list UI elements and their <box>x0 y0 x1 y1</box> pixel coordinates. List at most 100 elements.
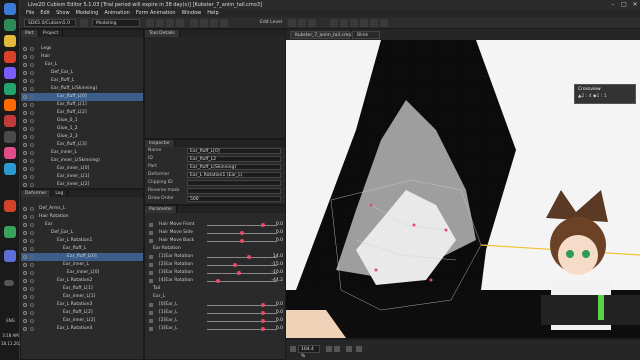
tool-icon[interactable] <box>4 99 16 111</box>
parameter-slider-knob[interactable] <box>261 303 265 307</box>
tree-row[interactable]: Ear_inner_L <box>21 149 143 157</box>
inspector-value-field[interactable]: Ear_fluff_L2 <box>187 156 281 162</box>
tree-row[interactable]: Ear_inner_L[1] <box>21 173 143 181</box>
tree-row[interactable]: Ear_L Rotation2 <box>21 277 143 285</box>
keyform-icon[interactable] <box>149 255 153 259</box>
keyform-icon[interactable] <box>149 223 153 227</box>
visibility-eye-icon[interactable] <box>23 119 27 123</box>
tab-deformer[interactable]: Deformer <box>21 190 52 197</box>
tree-row[interactable]: Def_Ear_L <box>21 69 143 77</box>
visibility-eye-icon[interactable] <box>23 311 27 315</box>
model-viewport[interactable]: Crossview ▲2 : 4 ◆1 : 1 <box>286 40 640 338</box>
maximize-icon[interactable]: □ <box>619 1 629 8</box>
visibility-eye-icon[interactable] <box>23 159 27 163</box>
tab-log[interactable]: Log <box>51 190 69 197</box>
folder-icon[interactable] <box>4 35 16 47</box>
parameter-row[interactable]: [3]Ear_L 0.0 <box>145 325 285 333</box>
edit-level-3[interactable] <box>308 19 316 27</box>
tree-row[interactable]: Ear_inner_L[0] <box>21 165 143 173</box>
lock-icon[interactable] <box>30 71 34 75</box>
inspector-value-field[interactable]: Ear_fluff_L[0] <box>187 148 281 154</box>
parameter-row[interactable]: [4]Ear Rotation -44.2 <box>145 277 285 285</box>
tab-parameter[interactable]: Parameter <box>145 206 178 213</box>
lock-icon[interactable] <box>30 151 34 155</box>
parameter-row[interactable]: [2]Ear_L 0.0 <box>145 317 285 325</box>
visibility-eye-icon[interactable] <box>23 239 27 243</box>
parameter-slider-knob[interactable] <box>261 223 265 227</box>
inspector-value-field[interactable] <box>187 188 281 194</box>
lock-icon[interactable] <box>30 135 34 139</box>
visibility-eye-icon[interactable] <box>23 327 27 331</box>
lock-icon[interactable] <box>30 167 34 171</box>
tree-row[interactable]: Ear_fluff_L[0] <box>21 93 143 101</box>
tree-row[interactable]: Ear_inner_L <box>21 261 143 269</box>
edit-level-2[interactable] <box>298 19 306 27</box>
parameter-group[interactable]: Ear_L <box>145 293 285 301</box>
parameter-value[interactable]: 0.0 <box>276 325 283 333</box>
spotify-icon[interactable] <box>4 83 16 95</box>
menu-window[interactable]: Window <box>182 10 202 16</box>
parameter-value[interactable]: 0.0 <box>276 237 283 245</box>
paint-icon[interactable] <box>4 147 16 159</box>
keyform-icon[interactable] <box>149 327 153 331</box>
visibility-eye-icon[interactable] <box>23 111 27 115</box>
taskbar-lang[interactable]: ENG <box>1 318 20 323</box>
tree-row[interactable]: Ear_inner_L[1] <box>21 293 143 301</box>
lock-icon[interactable] <box>30 175 34 179</box>
zoom-in-icon[interactable] <box>334 346 340 352</box>
tree-row[interactable]: Ear_fluff_L[2] <box>21 309 143 317</box>
parameter-slider-knob[interactable] <box>261 319 265 323</box>
parameter-row[interactable]: [0]Ear_L 0.0 <box>145 301 285 309</box>
visibility-eye-icon[interactable] <box>23 55 27 59</box>
terminal-icon[interactable] <box>4 131 16 143</box>
tree-row[interactable]: Ear_L Rotation1 <box>21 237 143 245</box>
visibility-eye-icon[interactable] <box>23 279 27 283</box>
parameter-row[interactable]: Hair Move Back 0.0 <box>145 237 285 245</box>
tree-row[interactable]: Glue_1_2 <box>21 125 143 133</box>
parameter-slider-knob[interactable] <box>240 239 244 243</box>
parameter-row[interactable]: Hair Move Side 0.0 <box>145 229 285 237</box>
parameter-slider-knob[interactable] <box>215 279 220 283</box>
visibility-eye-icon[interactable] <box>23 127 27 131</box>
keyform-icon[interactable] <box>149 311 153 315</box>
mode-select[interactable]: Modeling <box>92 19 140 27</box>
tool-icon-o[interactable] <box>380 19 388 27</box>
lock-icon[interactable] <box>30 95 34 99</box>
lock-icon[interactable] <box>30 207 34 211</box>
tree-row[interactable]: Hair Rotation <box>21 213 143 221</box>
menu-modeling[interactable]: Modeling <box>76 10 99 16</box>
visibility-eye-icon[interactable] <box>23 95 27 99</box>
parameter-slider-knob[interactable] <box>236 271 241 275</box>
lock-icon[interactable] <box>30 103 34 107</box>
keyform-icon[interactable] <box>149 239 153 243</box>
fit-icon[interactable] <box>290 346 296 352</box>
minimize-icon[interactable]: – <box>608 1 618 8</box>
lock-icon[interactable] <box>30 295 34 299</box>
visibility-eye-icon[interactable] <box>23 207 27 211</box>
keyform-icon[interactable] <box>149 271 153 275</box>
keyform-icon[interactable] <box>149 279 153 283</box>
visibility-eye-icon[interactable] <box>23 87 27 91</box>
parameter-slider-track[interactable] <box>207 257 277 258</box>
visibility-eye-icon[interactable] <box>23 223 27 227</box>
zoom-out-icon[interactable] <box>326 346 332 352</box>
zoom-field[interactable]: 104.4 % <box>298 345 320 359</box>
start-icon[interactable] <box>4 3 16 15</box>
menu-show[interactable]: Show <box>56 10 70 16</box>
visibility-eye-icon[interactable] <box>23 151 27 155</box>
lock-icon[interactable] <box>30 63 34 67</box>
tool-icon-f[interactable] <box>190 19 198 27</box>
menu-form-animation[interactable]: Form Animation <box>136 10 176 16</box>
keyform-icon[interactable] <box>149 303 153 307</box>
tree-row[interactable]: Ear_L <box>21 61 143 69</box>
parameter-row[interactable]: Hair Move Front 0.0 <box>145 221 285 229</box>
app-icon[interactable] <box>4 19 16 31</box>
visibility-eye-icon[interactable] <box>23 167 27 171</box>
tree-row[interactable]: Ear_L Rotation4 <box>21 325 143 333</box>
visibility-eye-icon[interactable] <box>23 255 27 259</box>
sdk-version-select[interactable]: SDK5.0/Cubism5.0 <box>24 19 76 27</box>
tab-blink[interactable]: Blink <box>352 31 380 39</box>
lock-icon[interactable] <box>30 279 34 283</box>
tab-project[interactable]: Project <box>39 30 64 37</box>
tool-icon-c[interactable] <box>156 19 164 27</box>
